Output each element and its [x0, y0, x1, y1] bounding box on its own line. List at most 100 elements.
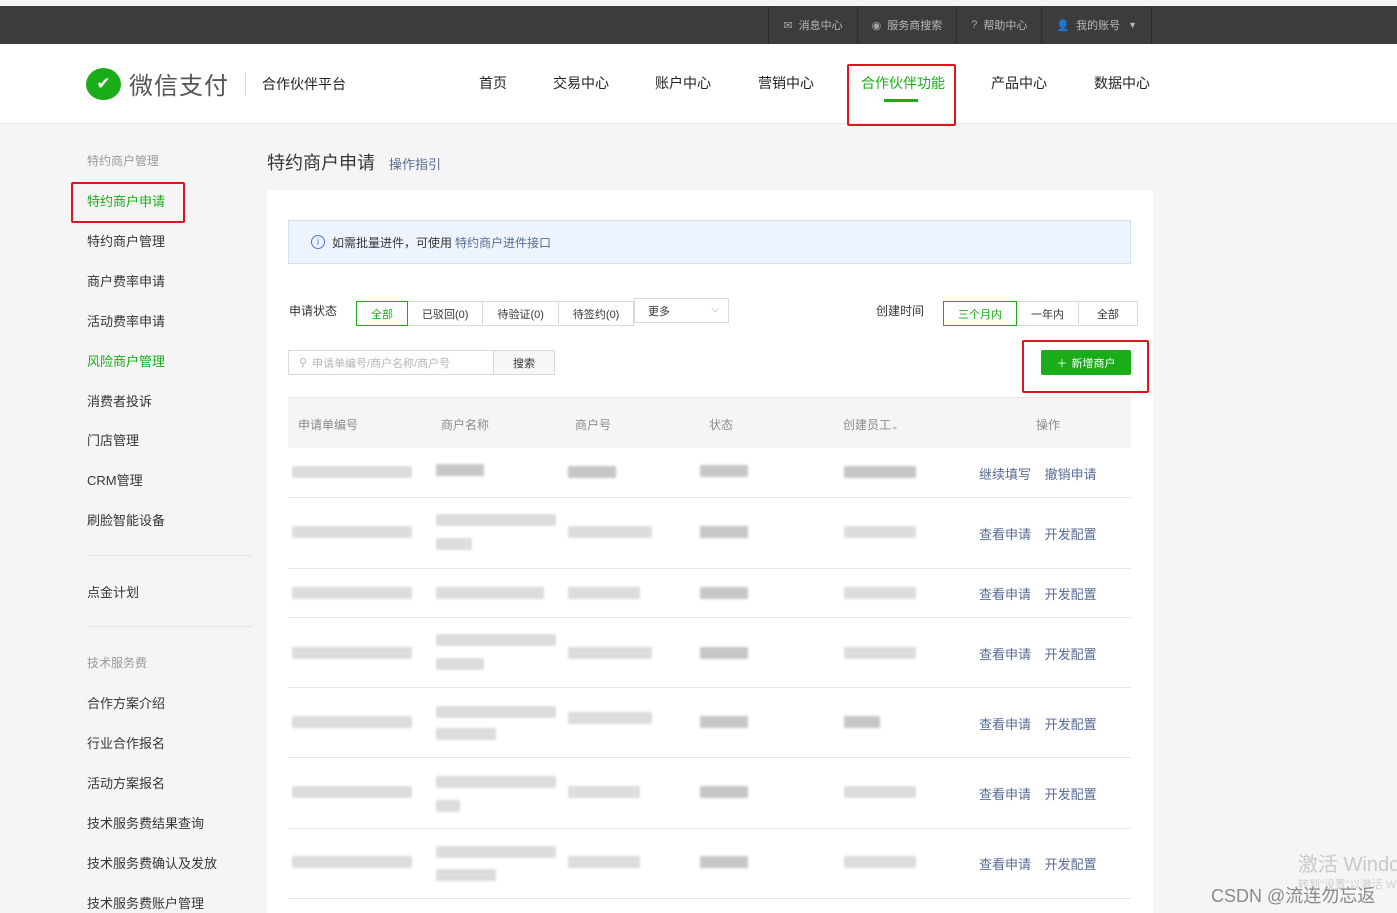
sidebar-item-merchant-manage[interactable]: 特约商户管理	[87, 231, 165, 250]
sidebar-item-complaints[interactable]: 消费者投诉	[87, 391, 152, 410]
top-link-account[interactable]: 👤 我的账号 ▼	[1041, 6, 1152, 44]
annotation-box-merchant-apply	[71, 182, 185, 223]
nav-home[interactable]: 首页	[479, 73, 507, 93]
search-placeholder: 申请单编号/商户名称/商户号	[312, 357, 451, 370]
sidebar-item-crm[interactable]: CRM管理	[87, 470, 143, 489]
search-icon: ⚲	[299, 357, 308, 369]
brand-logo[interactable]: ✔ 微信支付 合作伙伴平台	[86, 66, 346, 101]
sidebar-group-tech-fee: 技术服务费	[87, 656, 148, 670]
sort-caret-icon: ⌄	[891, 421, 899, 431]
brand-name: 微信支付	[129, 73, 229, 100]
time-one-year[interactable]: 一年内	[1016, 301, 1079, 326]
guide-link[interactable]: 操作指引	[389, 154, 441, 173]
sidebar-item-activity-rate[interactable]: 活动费率申请	[87, 311, 165, 330]
col-merchant-no: 商户号	[575, 418, 612, 432]
dev-config-link[interactable]: 开发配置	[1045, 587, 1097, 602]
wechat-pay-check-icon: ✔	[86, 67, 121, 100]
sidebar-item-activity-signup[interactable]: 活动方案报名	[87, 773, 165, 792]
table-row: 查看申请 开发配置	[288, 618, 1131, 688]
top-link-messages[interactable]: ✉ 消息中心	[768, 6, 856, 44]
dev-config-link[interactable]: 开发配置	[1045, 647, 1097, 662]
table-row: 查看申请 开发配置	[288, 569, 1131, 618]
nav-trade[interactable]: 交易中心	[553, 73, 609, 93]
time-three-months[interactable]: 三个月内	[943, 301, 1017, 326]
info-text: 如需批量进件，可使用	[332, 235, 453, 250]
status-pending-sign[interactable]: 待签约(0)	[557, 301, 635, 326]
chevron-down-icon: ⌵	[711, 304, 719, 315]
table-row: 继续填写 撤销申请	[288, 448, 1131, 498]
dev-config-link[interactable]: 开发配置	[1045, 527, 1097, 542]
caret-down-icon: ▼	[1128, 20, 1137, 30]
top-link-help[interactable]: ? 帮助中心	[956, 6, 1041, 44]
col-merchant-name: 商户名称	[441, 418, 490, 432]
table-row: 查看申请 开发配置	[288, 498, 1131, 569]
csdn-watermark: CSDN @流连勿忘返	[1211, 886, 1376, 906]
sidebar-item-fee-account[interactable]: 技术服务费账户管理	[87, 893, 204, 912]
row-actions: 查看申请 开发配置	[979, 854, 1107, 873]
sidebar-item-fee-result[interactable]: 技术服务费结果查询	[87, 813, 204, 832]
time-all[interactable]: 全部	[1078, 301, 1138, 326]
view-application-link[interactable]: 查看申请	[979, 857, 1031, 872]
table-header: 申请单编号 商户名称 商户号 状态 创建员工⌄ 操作	[288, 397, 1131, 448]
table-row: 查看申请 开发配置	[288, 758, 1131, 829]
table-row: 查看申请 开发配置	[288, 829, 1131, 899]
col-creator[interactable]: 创建员工⌄	[843, 416, 899, 433]
status-rejected[interactable]: 已驳回(0)	[407, 301, 484, 326]
continue-edit-link[interactable]: 继续填写	[979, 467, 1031, 482]
nav-data[interactable]: 数据中心	[1094, 73, 1150, 93]
sidebar-item-rate-apply[interactable]: 商户费率申请	[87, 271, 165, 290]
status-pending-verify[interactable]: 待验证(0)	[482, 301, 559, 326]
top-link-label: 服务商搜索	[887, 20, 943, 32]
mail-icon: ✉	[783, 19, 793, 32]
search-input[interactable]: ⚲ 申请单编号/商户名称/商户号	[288, 350, 494, 375]
api-link[interactable]: 特约商户进件接口	[455, 234, 551, 251]
annotation-box-add-merchant	[1022, 340, 1149, 393]
sidebar: 特约商户管理 特约商户申请 特约商户管理 商户费率申请 活动费率申请 风险商户管…	[0, 124, 252, 913]
row-actions: 查看申请 开发配置	[979, 524, 1107, 543]
sidebar-item-risk-merchant[interactable]: 风险商户管理	[87, 351, 165, 370]
view-application-link[interactable]: 查看申请	[979, 647, 1031, 662]
view-application-link[interactable]: 查看申请	[979, 527, 1031, 542]
nav-product[interactable]: 产品中心	[991, 73, 1047, 93]
top-link-label: 我的账号	[1076, 20, 1121, 32]
view-application-link[interactable]: 查看申请	[979, 787, 1031, 802]
sidebar-divider	[87, 555, 252, 556]
sidebar-item-industry-signup[interactable]: 行业合作报名	[87, 733, 165, 752]
nav-account[interactable]: 账户中心	[655, 73, 711, 93]
annotation-box-partner-nav	[847, 64, 956, 126]
view-application-link[interactable]: 查看申请	[979, 587, 1031, 602]
sidebar-group-merchant: 特约商户管理	[87, 154, 160, 168]
sidebar-item-stores[interactable]: 门店管理	[87, 430, 139, 449]
view-application-link[interactable]: 查看申请	[979, 717, 1031, 732]
status-all[interactable]: 全部	[356, 301, 408, 326]
windows-activation-watermark: 激活 Windows	[1298, 854, 1397, 876]
time-filter-label: 创建时间	[876, 304, 925, 318]
top-links: ✉ 消息中心 ◉ 服务商搜索 ? 帮助中心 👤 我的账号 ▼	[768, 6, 1152, 44]
cancel-application-link[interactable]: 撤销申请	[1045, 467, 1097, 482]
table-row: 查看申请 开发配置	[288, 688, 1131, 758]
col-status: 状态	[709, 418, 734, 432]
col-application-id: 申请单编号	[298, 418, 359, 432]
sidebar-item-gold-plan[interactable]: 点金计划	[87, 582, 139, 601]
sidebar-item-face-device[interactable]: 刷脸智能设备	[87, 510, 165, 529]
search-button[interactable]: 搜索	[493, 350, 555, 375]
help-icon: ?	[971, 19, 978, 31]
user-icon: 👤	[1056, 19, 1071, 32]
time-filter: 三个月内 一年内 全部	[943, 301, 1138, 326]
sidebar-item-plan-intro[interactable]: 合作方案介绍	[87, 693, 165, 712]
info-banner: i 如需批量进件，可使用 特约商户进件接口	[288, 220, 1131, 264]
top-bar: ✉ 消息中心 ◉ 服务商搜索 ? 帮助中心 👤 我的账号 ▼	[0, 6, 1397, 44]
sidebar-item-fee-confirm[interactable]: 技术服务费确认及发放	[87, 853, 217, 872]
more-label: 更多	[648, 305, 670, 318]
top-link-provider-search[interactable]: ◉ 服务商搜索	[856, 6, 957, 44]
top-link-label: 帮助中心	[983, 20, 1028, 32]
more-dropdown[interactable]: 更多 ⌵	[634, 298, 729, 323]
sidebar-divider	[87, 626, 252, 627]
status-filter-label: 申请状态	[289, 304, 338, 318]
dev-config-link[interactable]: 开发配置	[1045, 857, 1097, 872]
row-actions: 查看申请 开发配置	[979, 714, 1107, 733]
nav-marketing[interactable]: 营销中心	[758, 73, 814, 93]
dev-config-link[interactable]: 开发配置	[1045, 717, 1097, 732]
platform-name: 合作伙伴平台	[262, 75, 346, 92]
dev-config-link[interactable]: 开发配置	[1045, 787, 1097, 802]
